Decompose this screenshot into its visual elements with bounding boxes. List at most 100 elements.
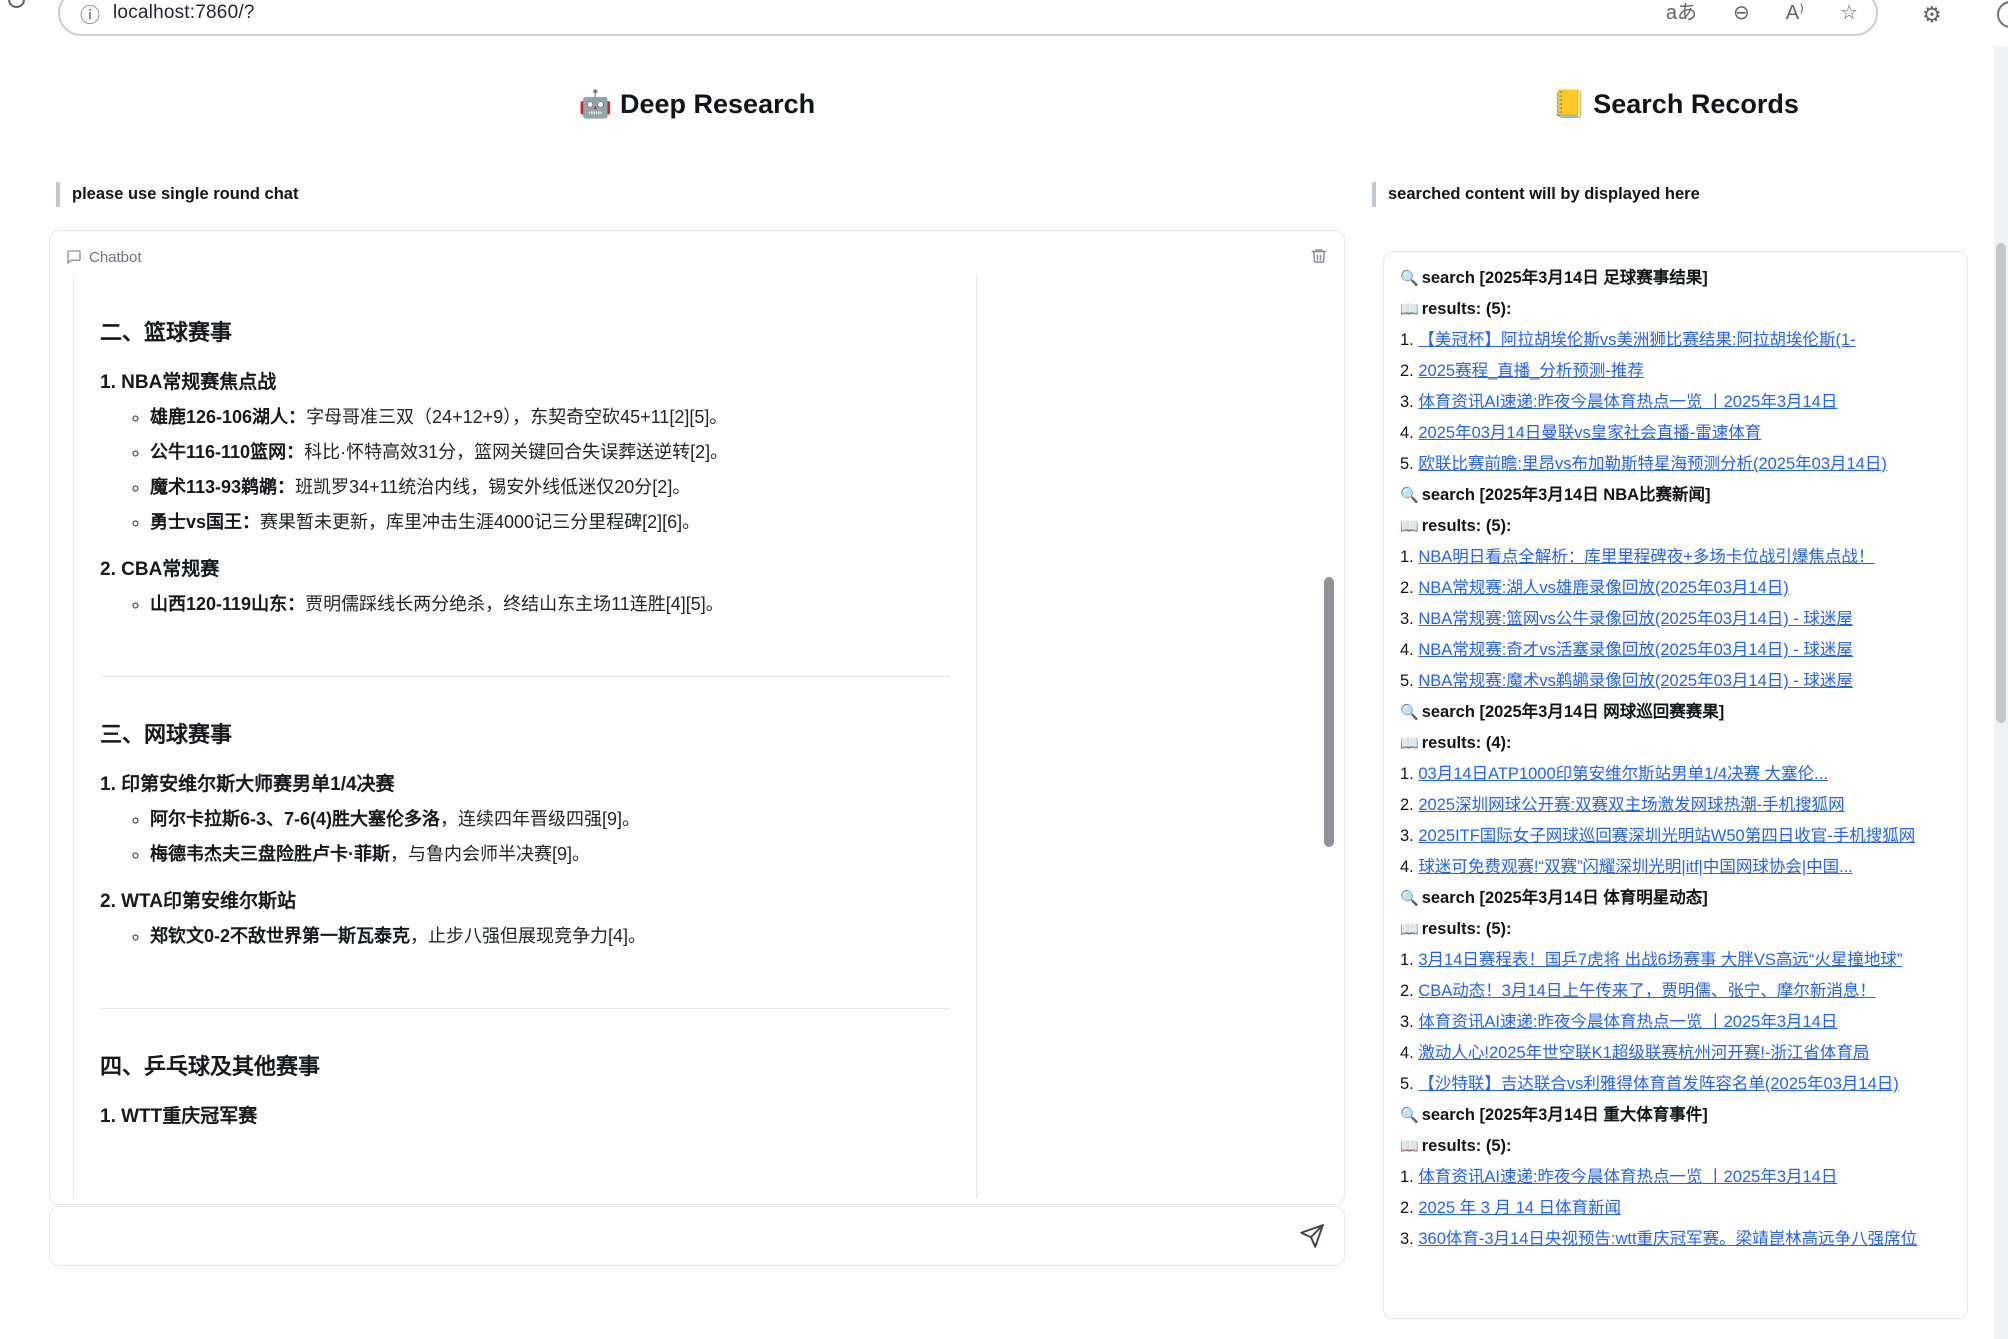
bullet-text: ，连续四年晋级四强[9]。 [440, 809, 640, 829]
section-divider [100, 1008, 950, 1009]
section-heading: 三、网球赛事 [100, 717, 950, 749]
send-icon [1299, 1223, 1325, 1249]
bullet-item: 山西120-119山东：贾明儒踩线长两分绝杀，终结山东主场11连胜[4][5]。 [150, 592, 950, 616]
result-link[interactable]: 体育资讯AI速递:昨夜今晨体育热点一览 丨2025年3月14日 [1418, 1013, 1837, 1031]
result-number: 5. [1400, 1075, 1418, 1093]
chat-input-row [49, 1206, 1345, 1266]
result-link[interactable]: 2025ITF国际女子网球巡回赛深圳光明站W50第四日收官-手机搜狐网 [1418, 827, 1915, 845]
results-count: 📖results: (4): [1400, 728, 1949, 759]
results-icon: 📖 [1400, 921, 1419, 938]
result-link[interactable]: 【沙特联】吉达联合vs利雅得体育首发阵容名单(2025年03月14日) [1418, 1075, 1898, 1093]
bullet-item: 勇士vs国王：赛果暂未更新，库里冲击生涯4000记三分里程碑[2][6]。 [150, 510, 950, 534]
result-number: 3. [1400, 1230, 1418, 1248]
result-link[interactable]: 球迷可免费观赛!“双赛”闪耀深圳光明|itf|中国网球协会|中国... [1418, 858, 1853, 876]
results-count: 📖results: (5): [1400, 914, 1949, 945]
result-item: 4. 球迷可免费观赛!“双赛”闪耀深圳光明|itf|中国网球协会|中国... [1400, 852, 1949, 883]
chat-input[interactable] [68, 1226, 1290, 1247]
list-item-title: 2. CBA常规赛 [100, 554, 950, 581]
settings-icon[interactable]: ⚙ [1922, 0, 1942, 30]
list-item-title: 1. 印第安维尔斯大师赛男单1/4决赛 [100, 769, 950, 796]
section-heading: 四、乒乓球及其他赛事 [100, 1049, 950, 1081]
bullet-text: 赛果暂未更新，库里冲击生涯4000记三分里程碑[2][6]。 [260, 512, 700, 532]
search-icon: 🔍 [1400, 1107, 1419, 1124]
result-item: 4. NBA常规赛:奇才vs活塞录像回放(2025年03月14日) - 球迷屋 [1400, 635, 1949, 666]
bullet-lead: 勇士vs国王： [150, 512, 260, 532]
reload-icon[interactable] [8, 0, 34, 14]
section-divider [100, 676, 950, 677]
chatbot-panel: Chatbot 二、篮球赛事1. NBA常规赛焦点战雄鹿126-106湖人：字母… [49, 230, 1345, 1205]
result-link[interactable]: NBA常规赛:魔术vs鹈鹕录像回放(2025年03月14日) - 球迷屋 [1418, 672, 1853, 690]
search-icon: 🔍 [1400, 890, 1419, 907]
result-link[interactable]: 体育资讯AI速递:昨夜今晨体育热点一览 丨2025年3月14日 [1418, 393, 1837, 411]
site-info-icon[interactable]: ⓘ [80, 0, 100, 28]
address-bar[interactable]: ⓘ localhost:7860/? aあ ⊖ A⁾ ☆ [58, 0, 1878, 36]
result-item: 3. NBA常规赛:篮网vs公牛录像回放(2025年03月14日) - 球迷屋 [1400, 604, 1949, 635]
send-button[interactable] [1290, 1214, 1334, 1258]
addressbar-actions: aあ ⊖ A⁾ ☆ [1666, 3, 1858, 23]
result-number: 2. [1400, 362, 1418, 380]
delete-chat-icon[interactable] [1308, 245, 1330, 270]
bullet-item: 郑钦文0-2不敌世界第一斯瓦泰克，止步八强但展现竞争力[4]。 [150, 924, 950, 948]
favorite-icon[interactable]: ☆ [1840, 3, 1858, 23]
result-number: 4. [1400, 424, 1418, 442]
result-number: 3. [1400, 827, 1418, 845]
result-link[interactable]: CBA动态！3月14日上午传来了，贾明儒、张宁、摩尔新消息！ [1418, 982, 1875, 1000]
result-link[interactable]: 2025年03月14日曼联vs皇家社会直播-雷速体育 [1418, 424, 1761, 442]
results-icon: 📖 [1400, 735, 1419, 752]
zoom-out-icon[interactable]: ⊖ [1733, 3, 1750, 23]
result-link[interactable]: 欧联比赛前瞻:里昂vs布加勒斯特星海预测分析(2025年03月14日) [1418, 455, 1887, 473]
search-icon: 🔍 [1400, 704, 1419, 721]
result-number: 3. [1400, 610, 1418, 628]
result-link[interactable]: 激动人心!2025年世空联K1超级联赛杭州河开赛!-浙江省体育局 [1418, 1044, 1869, 1062]
result-link[interactable]: NBA常规赛:篮网vs公牛录像回放(2025年03月14日) - 球迷屋 [1418, 610, 1853, 628]
bullet-list: 郑钦文0-2不敌世界第一斯瓦泰克，止步八强但展现竞争力[4]。 [100, 924, 950, 948]
results-icon: 📖 [1400, 1138, 1419, 1155]
result-number: 1. [1400, 765, 1418, 783]
chatbot-label: Chatbot [66, 249, 142, 266]
profile-icon[interactable] [1997, 1, 2008, 28]
result-number: 2. [1400, 1199, 1418, 1217]
page-scrollbar-thumb[interactable] [1996, 243, 2006, 723]
list-item-title: 1. WTT重庆冠军赛 [100, 1101, 950, 1128]
result-item: 1. 03月14日ATP1000印第安维尔斯站男单1/4决赛 大塞伦... [1400, 759, 1949, 790]
result-item: 1. 体育资讯AI速递:昨夜今晨体育热点一览 丨2025年3月14日 [1400, 1162, 1949, 1193]
result-link[interactable]: 体育资讯AI速递:昨夜今晨体育热点一览 丨2025年3月14日 [1418, 1168, 1837, 1186]
result-link[interactable]: 3月14日赛程表！国乒7虎将 出战6场赛事 大胖VS高远“火星撞地球” [1418, 951, 1902, 969]
result-link[interactable]: NBA常规赛:湖人vs雄鹿录像回放(2025年03月14日) [1418, 579, 1788, 597]
result-number: 1. [1400, 951, 1418, 969]
bullet-text: 班凯罗34+11统治内线，锡安外线低迷仅20分[2]。 [295, 477, 690, 497]
deep-research-title: 🤖 Deep Research [49, 88, 1345, 120]
result-link[interactable]: 03月14日ATP1000印第安维尔斯站男单1/4决赛 大塞伦... [1418, 765, 1828, 783]
result-number: 2. [1400, 796, 1418, 814]
bullet-lead: 雄鹿126-106湖人： [150, 407, 306, 427]
result-link[interactable]: 2025 年 3 月 14 日体育新闻 [1418, 1199, 1621, 1217]
result-number: 2. [1400, 579, 1418, 597]
translate-icon[interactable]: aあ [1666, 3, 1697, 23]
list-item-title: 2. WTA印第安维尔斯站 [100, 886, 950, 913]
bullet-item: 魔术113-93鹈鹕：班凯罗34+11统治内线，锡安外线低迷仅20分[2]。 [150, 475, 950, 499]
bullet-lead: 山西120-119山东： [150, 594, 305, 614]
bullet-item: 公牛116-110篮网：科比·怀特高效31分，篮网关键回合失误葬送逆转[2]。 [150, 440, 950, 464]
result-item: 5. 【沙特联】吉达联合vs利雅得体育首发阵容名单(2025年03月14日) [1400, 1069, 1949, 1100]
result-link[interactable]: NBA明日看点全解析：库里里程碑夜+多场卡位战引爆焦点战！ [1418, 548, 1874, 566]
bullet-item: 梅德韦杰夫三盘险胜卢卡·菲斯，与鲁内会师半决赛[9]。 [150, 842, 950, 866]
bullet-list: 雄鹿126-106湖人：字母哥准三双（24+12+9），东契奇空砍45+11[2… [100, 405, 950, 534]
result-link[interactable]: 2025深圳网球公开赛:双赛双主场激发网球热潮-手机搜狐网 [1418, 796, 1844, 814]
result-link[interactable]: 【美冠杯】阿拉胡埃伦斯vs美洲狮比赛结果:阿拉胡埃伦斯(1- [1418, 331, 1855, 349]
result-link[interactable]: NBA常规赛:奇才vs活塞录像回放(2025年03月14日) - 球迷屋 [1418, 641, 1853, 659]
result-link[interactable]: 2025赛程_直播_分析预测-推荐 [1418, 362, 1644, 380]
search-query: 🔍search [2025年3月14日 重大体育事件] [1400, 1100, 1949, 1131]
read-aloud-icon[interactable]: A⁾ [1786, 3, 1804, 23]
chatbot-header: Chatbot [50, 231, 1344, 273]
result-item: 3. 2025ITF国际女子网球巡回赛深圳光明站W50第四日收官-手机搜狐网 [1400, 821, 1949, 852]
results-icon: 📖 [1400, 518, 1419, 535]
bullet-item: 雄鹿126-106湖人：字母哥准三双（24+12+9），东契奇空砍45+11[2… [150, 405, 950, 429]
result-number: 1. [1400, 331, 1418, 349]
bullet-lead: 郑钦文0-2不敌世界第一斯瓦泰克 [150, 926, 410, 946]
chat-scrollbar-thumb[interactable] [1324, 577, 1334, 847]
result-item: 1. 【美冠杯】阿拉胡埃伦斯vs美洲狮比赛结果:阿拉胡埃伦斯(1- [1400, 325, 1949, 356]
results-count: 📖results: (5): [1400, 294, 1949, 325]
result-link[interactable]: 360体育-3月14日央视预告:wtt重庆冠军赛。梁靖崑林高远争八强席位 [1418, 1230, 1917, 1248]
result-number: 5. [1400, 672, 1418, 690]
page-scrollbar[interactable] [1994, 40, 2008, 1339]
